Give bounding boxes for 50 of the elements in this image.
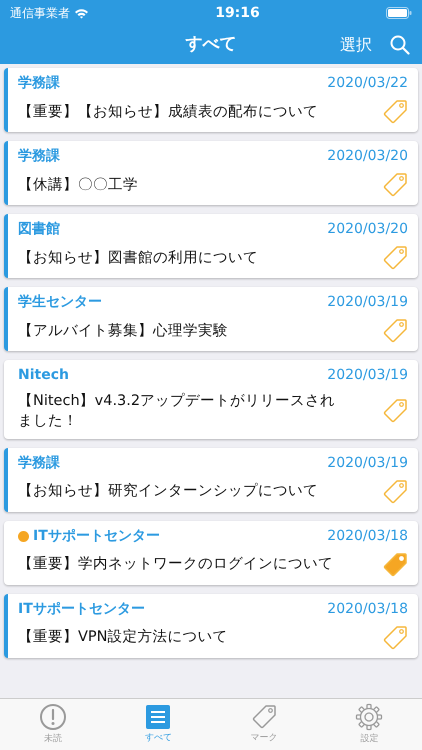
search-icon[interactable]: [390, 35, 410, 55]
date-label: 2020/03/19: [327, 366, 408, 385]
source-label: 図書館: [18, 220, 60, 239]
carrier-name: 通信事業者: [10, 5, 70, 22]
notice-card[interactable]: 学務課 2020/03/19 【お知らせ】研究インターンシップについて: [4, 448, 418, 512]
date-label: 2020/03/19: [327, 293, 408, 312]
date-label: 2020/03/20: [327, 147, 408, 166]
notice-title: 【重要】【お知らせ】成績表の配布について: [18, 102, 318, 122]
exclamation-circle-icon: [38, 702, 67, 731]
settings-icon: [355, 702, 384, 731]
wifi-icon: [74, 8, 89, 18]
list-icon: [145, 704, 172, 730]
notice-card[interactable]: 学生センター 2020/03/19 【アルバイト募集】心理学実験: [4, 287, 418, 351]
notice-card[interactable]: 図書館 2020/03/20 【お知らせ】図書館の利用について: [4, 214, 418, 278]
tag-icon[interactable]: [382, 172, 408, 198]
date-label: 2020/03/20: [327, 220, 408, 239]
screen-title: すべて: [186, 33, 236, 56]
notice-card[interactable]: 学務課 2020/03/20 【休講】〇〇工学: [4, 141, 418, 205]
tag-icon[interactable]: [382, 552, 408, 578]
notice-card[interactable]: ITサポートセンター 2020/03/18 【重要】VPN設定方法について: [4, 594, 418, 658]
date-label: 2020/03/19: [327, 454, 408, 473]
tag-icon[interactable]: [382, 99, 408, 125]
source-label: 学務課: [18, 147, 60, 166]
notice-title: 【重要】VPN設定方法について: [18, 628, 228, 648]
tag-icon[interactable]: [382, 478, 408, 505]
notice-card[interactable]: ITサポートセンター 2020/03/18 【重要】学内ネットワークのログインについて: [4, 520, 418, 585]
date-label: 2020/03/22: [327, 74, 408, 93]
battery-icon: [386, 7, 412, 19]
source-label: 学生センター: [18, 293, 102, 312]
date-label: 2020/03/18: [327, 526, 408, 546]
source-label: ITサポートセンター: [18, 600, 145, 619]
tag-icon[interactable]: [382, 398, 408, 424]
notice-title: 【アルバイト募集】心理学実験: [18, 322, 228, 341]
notice-title: 【お知らせ】研究インターンシップについて: [18, 482, 318, 502]
notice-title: 【Nitech】v4.3.2アップデートがリリースされました！: [18, 392, 336, 432]
notice-card[interactable]: 学務課 2020/03/22 【重要】【お知らせ】成績表の配布について: [4, 68, 418, 132]
clock: 19:16: [215, 4, 260, 22]
source-label: 学務課: [18, 454, 60, 473]
tag-icon[interactable]: [382, 624, 408, 651]
notice-title: 【お知らせ】図書館の利用について: [18, 248, 258, 268]
notice-card[interactable]: Nitech 2020/03/19 【Nitech】v4.3.2アップデートがリリースされました！: [4, 360, 418, 439]
date-label: 2020/03/18: [327, 600, 408, 619]
source-label: ITサポートセンター: [33, 526, 160, 546]
source-label: Nitech: [18, 366, 69, 385]
tag-icon[interactable]: [382, 245, 408, 271]
tag-icon[interactable]: [382, 318, 408, 344]
notice-title: 【休講】〇〇工学: [18, 176, 138, 195]
notice-title: 【重要】学内ネットワークのログインについて: [18, 555, 333, 574]
source-label: 学務課: [18, 74, 60, 93]
tag-icon: [250, 704, 277, 730]
